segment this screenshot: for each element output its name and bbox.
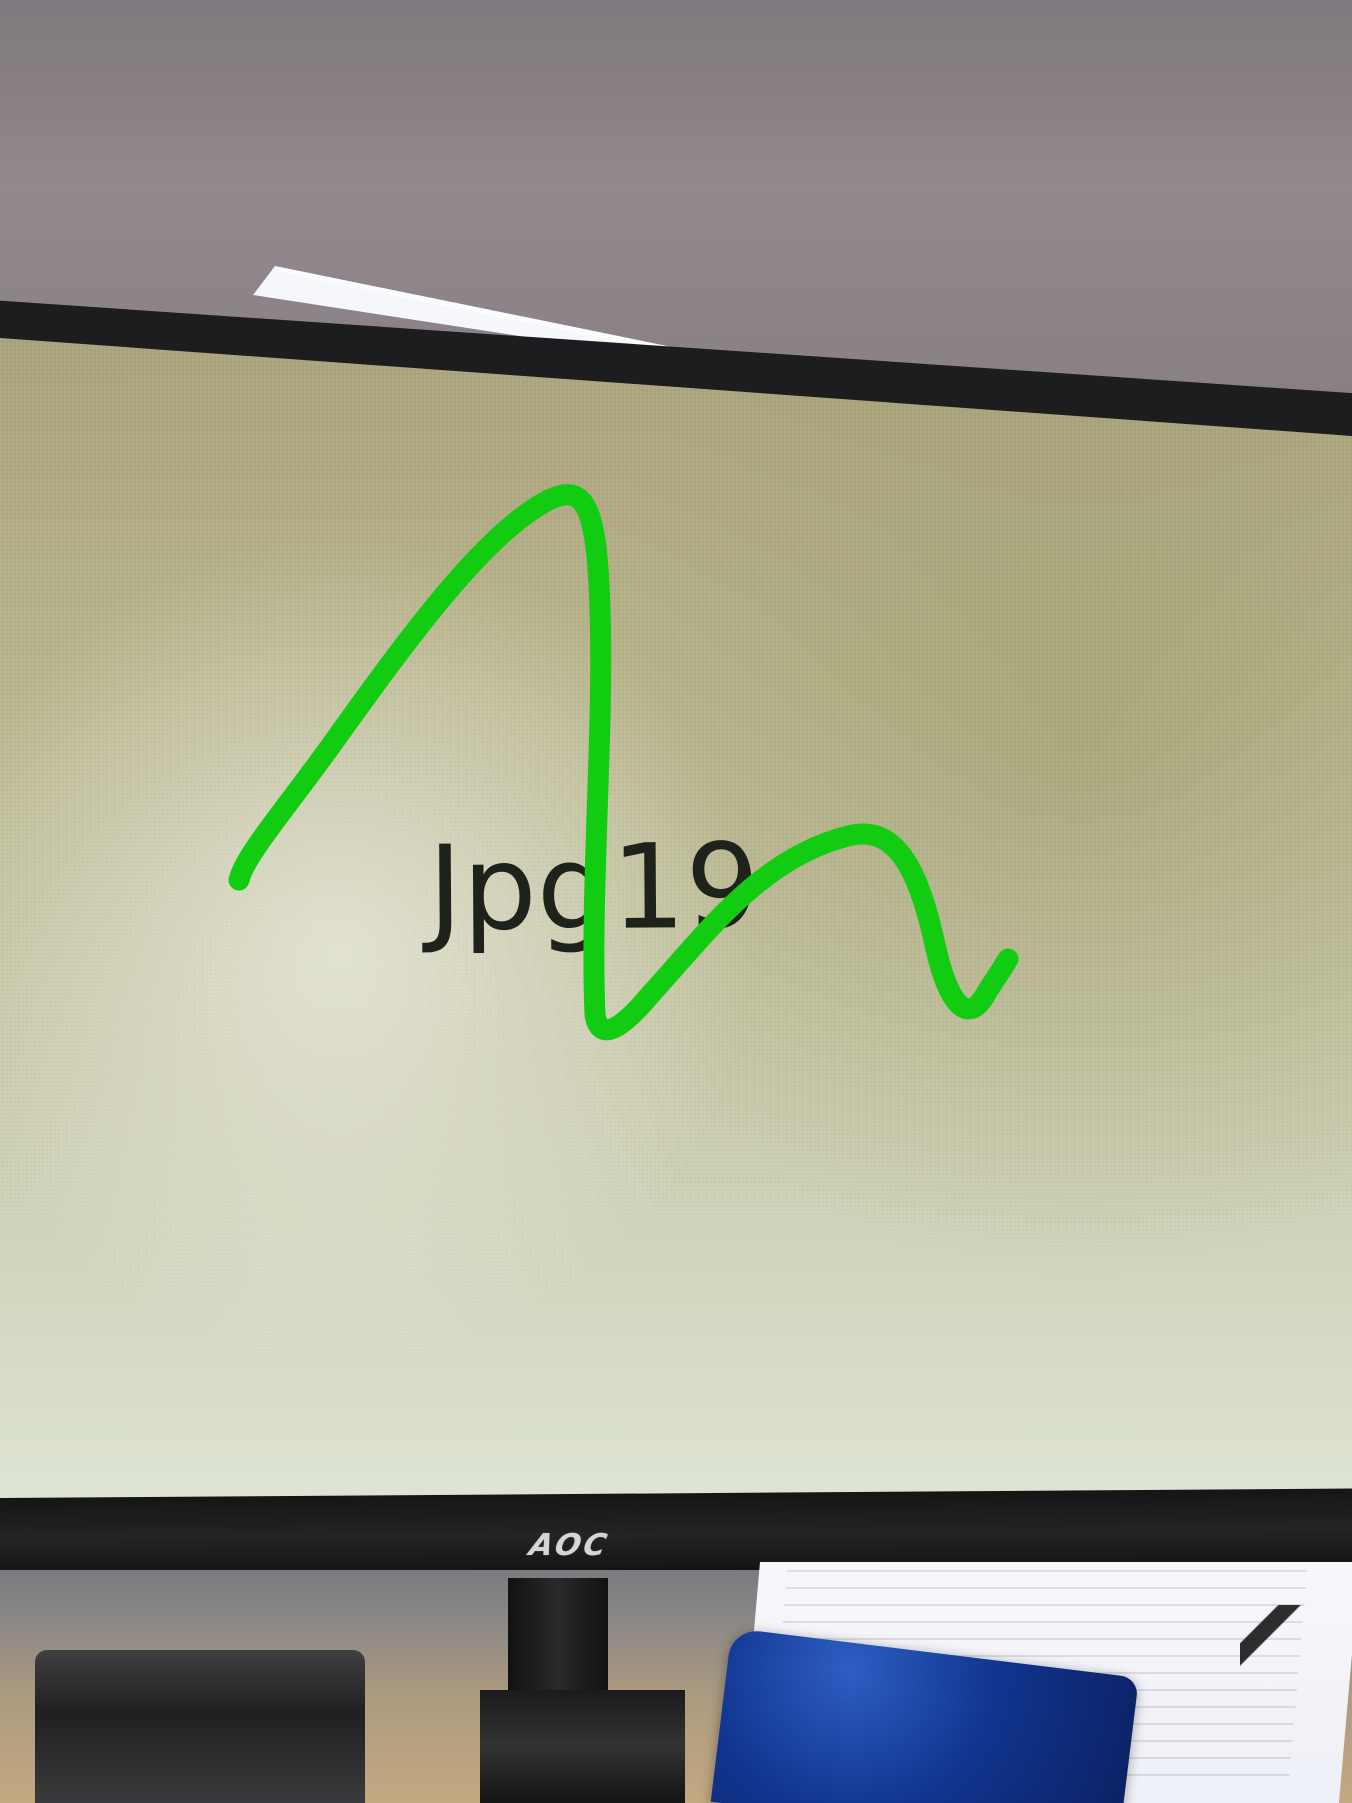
screen-label: Jpg19 [427, 817, 761, 957]
monitor-brand-logo: AOC [526, 1528, 613, 1563]
monitor-stand-base [480, 1690, 685, 1803]
dark-cable-object [1240, 1605, 1352, 1680]
photo-scene: Jpg19 AOC [0, 0, 1352, 1803]
black-device-object [35, 1650, 365, 1803]
